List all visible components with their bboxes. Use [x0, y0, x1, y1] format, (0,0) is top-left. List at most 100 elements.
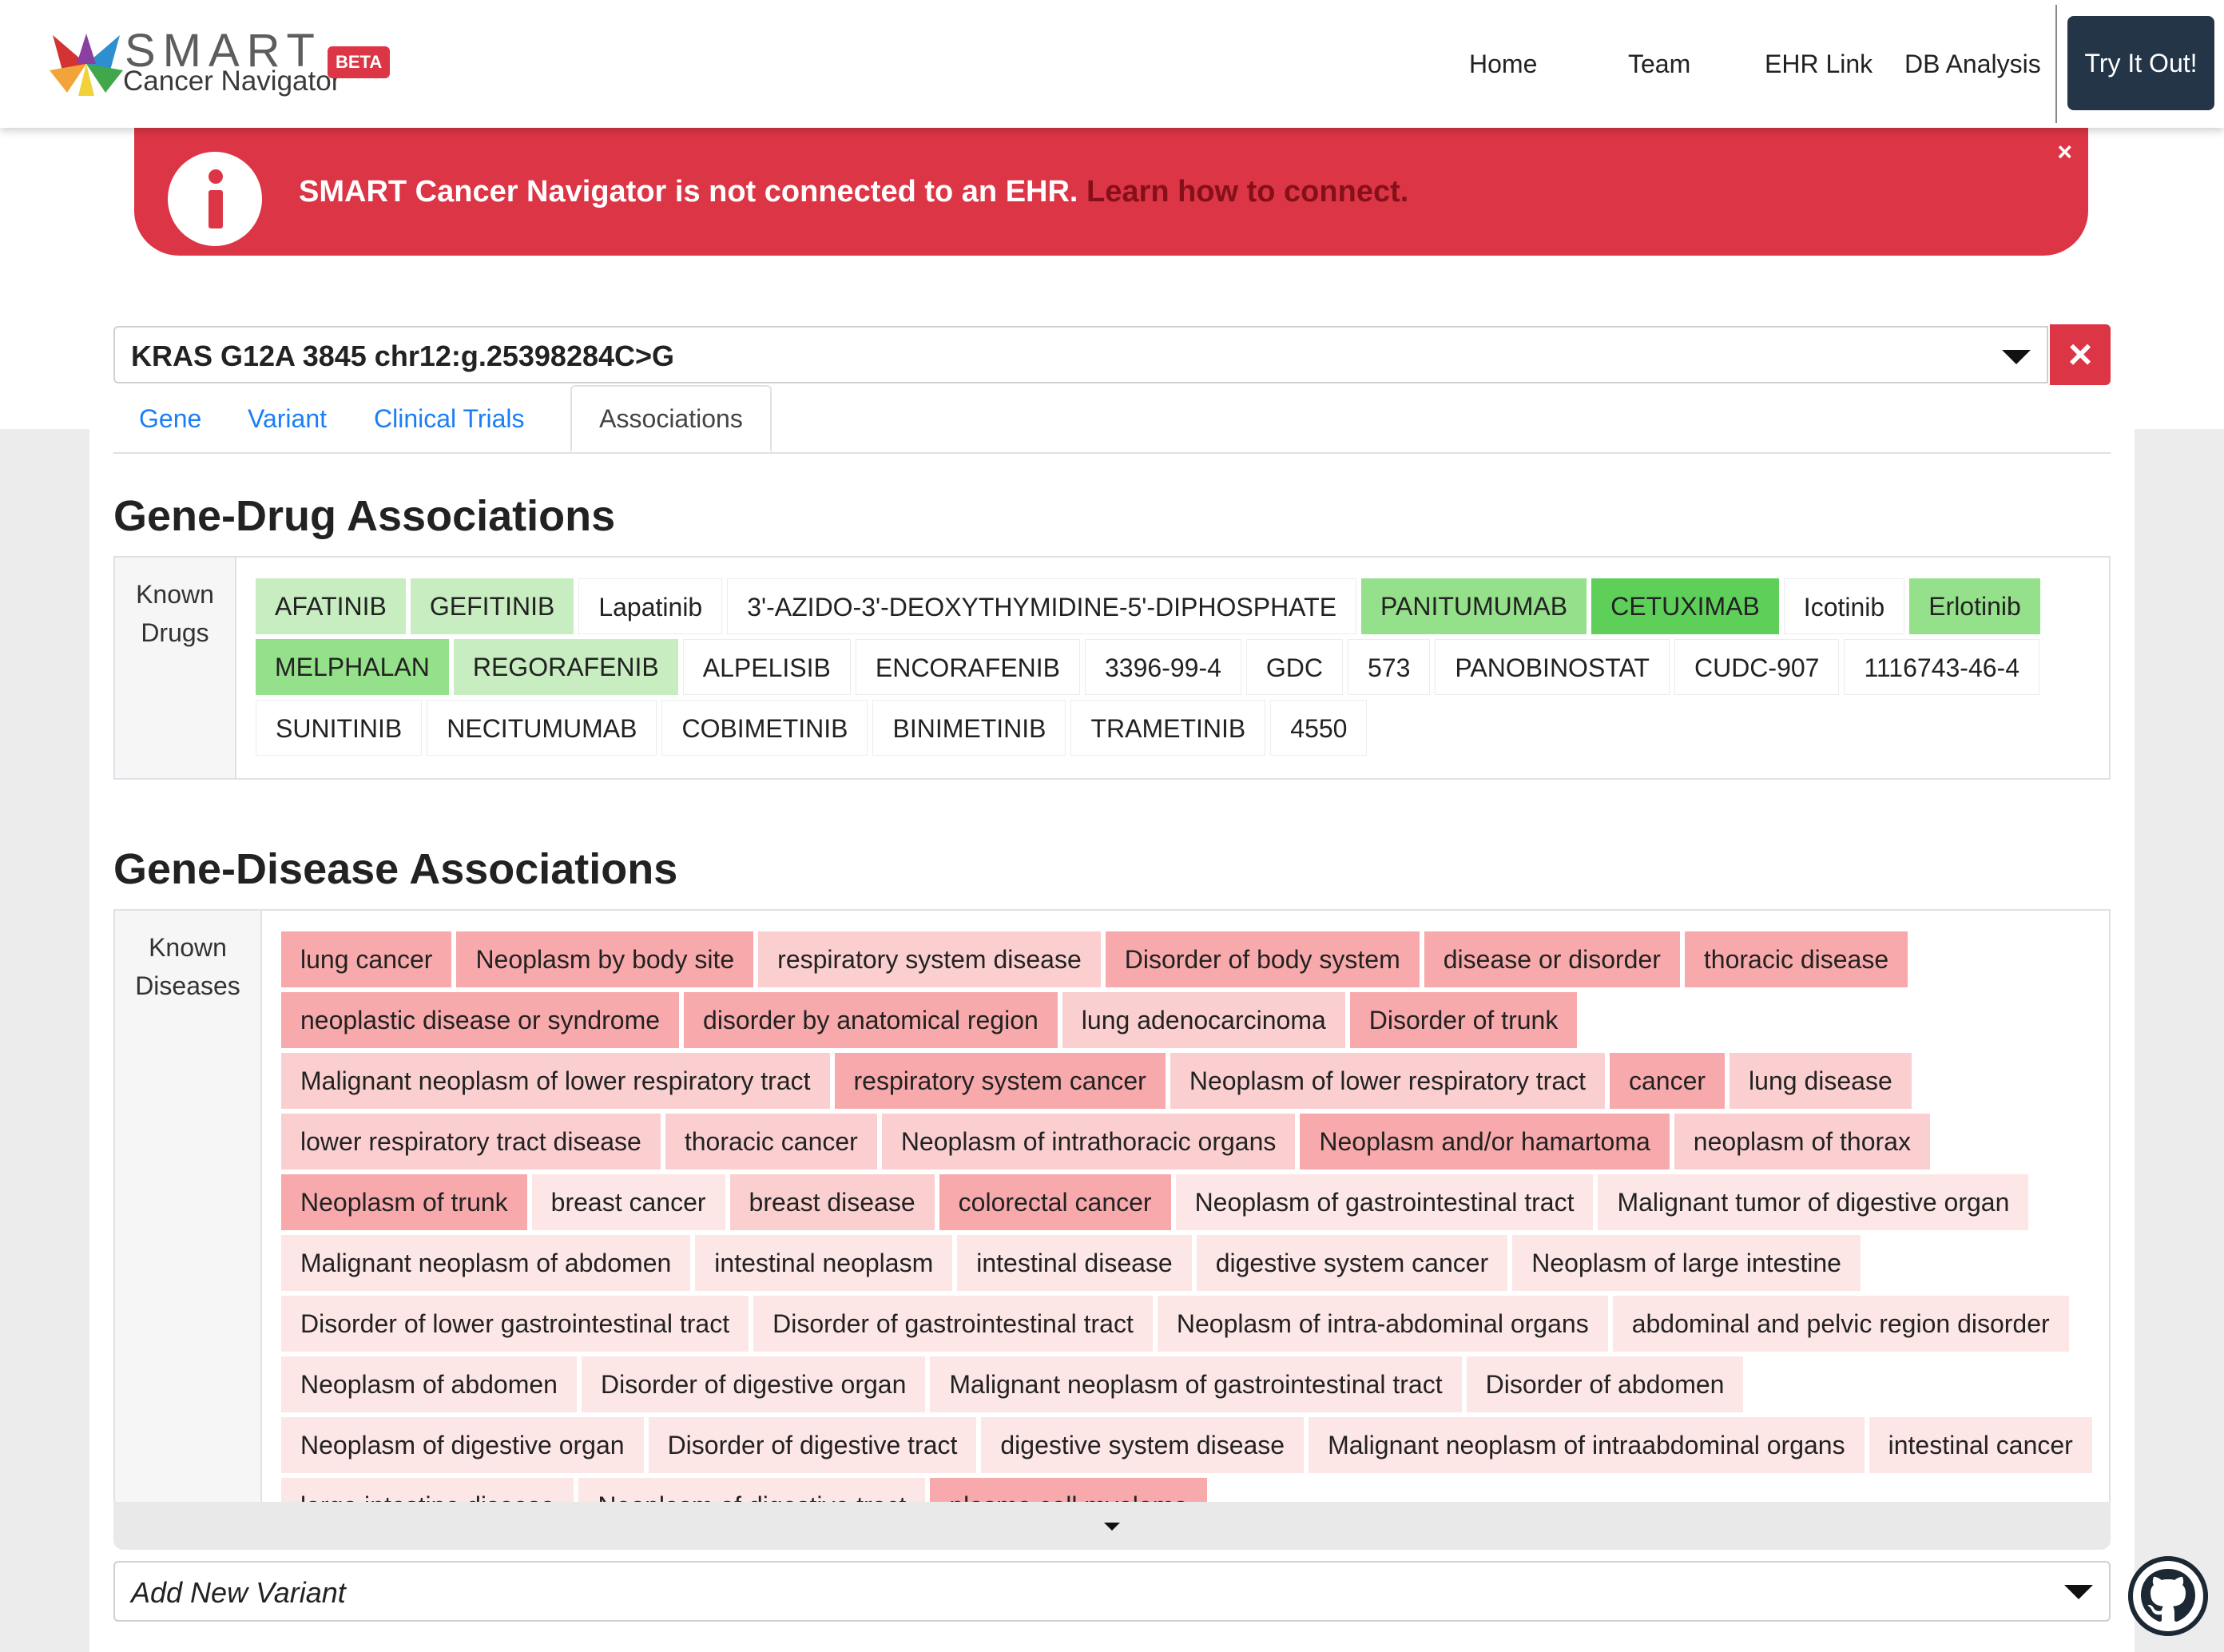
tab-associations[interactable]: Associations [570, 385, 772, 452]
disease-tag[interactable]: thoracic disease [1684, 931, 1908, 987]
smart-logo-icon[interactable] [46, 30, 126, 97]
disease-tag[interactable]: neoplastic disease or syndrome [281, 992, 680, 1048]
disease-tag[interactable]: Neoplasm of digestive organ [281, 1417, 644, 1473]
drug-tag[interactable]: 3'-AZIDO-3'-DEOXYTHYMIDINE-5'-DIPHOSPHAT… [727, 578, 1357, 634]
page-gutter-right [2135, 429, 2224, 1652]
disease-tag[interactable]: Neoplasm of intrathoracic organs [881, 1114, 1296, 1170]
disease-tag[interactable]: disorder by anatomical region [684, 992, 1058, 1048]
disease-tag[interactable]: cancer [1610, 1053, 1726, 1109]
drug-tag[interactable]: Lapatinib [578, 578, 723, 634]
variant-selected-value: KRAS G12A 3845 chr12:g.25398284C>G [131, 340, 675, 372]
tab-clinical-trials[interactable]: Clinical Trials [348, 385, 550, 452]
drug-tag[interactable]: GEFITINIB [410, 578, 574, 634]
tab-gene[interactable]: Gene [113, 385, 227, 452]
known-diseases-label: Known Diseases [115, 911, 262, 1502]
drug-tag[interactable]: GDC [1245, 639, 1343, 695]
drug-tag[interactable]: ENCORAFENIB [855, 639, 1080, 695]
disease-tag[interactable]: Disorder of digestive tract [648, 1417, 977, 1473]
disease-tag[interactable]: Disorder of abdomen [1466, 1356, 1744, 1412]
add-new-variant-placeholder: Add New Variant [131, 1576, 346, 1609]
caret-down-icon[interactable] [1104, 1523, 1120, 1531]
drug-tag[interactable]: TRAMETINIB [1070, 700, 1266, 756]
disease-tag[interactable]: Neoplasm of digestive tract [578, 1478, 926, 1502]
drug-tag[interactable]: PANOBINOSTAT [1435, 639, 1670, 695]
disease-tag[interactable]: Malignant tumor of digestive organ [1598, 1174, 2029, 1230]
nav-home[interactable]: Home [1469, 46, 1537, 81]
disease-tag[interactable]: lower respiratory tract disease [281, 1114, 661, 1170]
disease-tag[interactable]: abdominal and pelvic region disorder [1612, 1296, 2069, 1352]
nav-team[interactable]: Team [1628, 46, 1690, 81]
drug-tag[interactable]: SUNITINIB [256, 700, 423, 756]
disease-tag[interactable]: lung adenocarcinoma [1062, 992, 1345, 1048]
disease-tag[interactable]: plasma cell myeloma [930, 1478, 1208, 1502]
disease-tag[interactable]: Malignant neoplasm of abdomen [281, 1235, 691, 1291]
disease-tag[interactable]: large intestine disease [281, 1478, 574, 1502]
disease-tag[interactable]: respiratory system cancer [834, 1053, 1166, 1109]
disease-tag[interactable]: Neoplasm of intra-abdominal organs [1157, 1296, 1608, 1352]
disease-tag[interactable]: breast cancer [531, 1174, 725, 1230]
disease-tag[interactable]: Disorder of trunk [1349, 992, 1578, 1048]
drug-tag[interactable]: BINIMETINIB [872, 700, 1066, 756]
disease-tag[interactable]: breast disease [729, 1174, 935, 1230]
caret-down-icon[interactable] [2064, 1585, 2093, 1599]
disease-tag[interactable]: Disorder of digestive organ [581, 1356, 926, 1412]
disease-tag[interactable]: Malignant neoplasm of lower respiratory … [281, 1053, 830, 1109]
drug-tag[interactable]: 4550 [1270, 700, 1368, 756]
drug-tag[interactable]: Icotinib [1783, 578, 1905, 634]
alert-learn-link[interactable]: Learn how to connect. [1086, 175, 1408, 208]
disease-tag[interactable]: respiratory system disease [758, 931, 1101, 987]
nav-divider [2055, 5, 2057, 123]
disease-tag[interactable]: Disorder of lower gastrointestinal tract [281, 1296, 749, 1352]
disease-tag[interactable]: Malignant neoplasm of gastrointestinal t… [930, 1356, 1462, 1412]
drug-tag[interactable]: 3396-99-4 [1085, 639, 1241, 695]
variant-select[interactable]: KRAS G12A 3845 chr12:g.25398284C>G [113, 326, 2048, 383]
known-diseases-box: Known Diseases lung cancer Neoplasm by bo… [113, 909, 2111, 1502]
drug-tag[interactable]: NECITUMUMAB [427, 700, 657, 756]
nav-ehr-link[interactable]: EHR Link [1765, 46, 1873, 81]
disease-tag[interactable]: digestive system cancer [1196, 1235, 1508, 1291]
github-icon[interactable] [2128, 1556, 2208, 1636]
drug-tag[interactable]: COBIMETINIB [661, 700, 868, 756]
disease-tag[interactable]: Neoplasm of large intestine [1512, 1235, 1861, 1291]
tab-variant[interactable]: Variant [225, 385, 349, 452]
disease-tag[interactable]: Disorder of body system [1105, 931, 1420, 987]
drug-tag[interactable]: 573 [1348, 639, 1431, 695]
beta-badge: BETA [328, 46, 391, 78]
disease-tag[interactable]: thoracic cancer [665, 1114, 877, 1170]
drug-tag[interactable]: PANITUMUMAB [1361, 578, 1587, 634]
disease-tag[interactable]: Neoplasm of lower respiratory tract [1170, 1053, 1605, 1109]
disease-tag[interactable]: intestinal cancer [1869, 1417, 2092, 1473]
drug-tag[interactable]: MELPHALAN [256, 639, 449, 695]
disease-tag[interactable]: digestive system disease [981, 1417, 1305, 1473]
disease-tag[interactable]: Disorder of gastrointestinal tract [753, 1296, 1153, 1352]
drug-tag[interactable]: AFATINIB [256, 578, 406, 634]
disease-tag[interactable]: Neoplasm and/or hamartoma [1300, 1114, 1670, 1170]
variant-clear-button[interactable]: × [2050, 324, 2111, 385]
disease-tag[interactable]: lung cancer [281, 931, 452, 987]
drug-tag[interactable]: CUDC-907 [1674, 639, 1840, 695]
drug-tag[interactable]: 1116743-46-4 [1844, 639, 2039, 695]
expand-diseases-bar[interactable] [113, 1502, 2111, 1550]
disease-tag[interactable]: Neoplasm of trunk [281, 1174, 527, 1230]
disease-tag[interactable]: intestinal neoplasm [695, 1235, 953, 1291]
drug-tag[interactable]: Erlotinib [1909, 578, 2040, 634]
caret-down-icon[interactable] [2002, 350, 2031, 364]
disease-tag[interactable]: Neoplasm by body site [456, 931, 754, 987]
try-it-out-button[interactable]: Try It Out! [2067, 16, 2214, 110]
disease-tag[interactable]: neoplasm of thorax [1674, 1114, 1930, 1170]
drug-tag[interactable]: REGORAFENIB [453, 639, 678, 695]
disease-tag[interactable]: Malignant neoplasm of intraabdominal org… [1309, 1417, 1865, 1473]
nav-db-analysis[interactable]: DB Analysis [1904, 46, 2041, 81]
disease-tag[interactable]: Neoplasm of abdomen [281, 1356, 577, 1412]
disease-tag[interactable]: disease or disorder [1424, 931, 1680, 987]
disease-tag[interactable]: intestinal disease [957, 1235, 1192, 1291]
disease-tag[interactable]: colorectal cancer [939, 1174, 1171, 1230]
add-new-variant-select[interactable]: Add New Variant [113, 1561, 2111, 1622]
drug-tag[interactable]: ALPELISIB [682, 639, 851, 695]
close-icon[interactable]: × [2057, 137, 2072, 166]
drug-tag[interactable]: CETUXIMAB [1591, 578, 1779, 634]
alert-message-text: SMART Cancer Navigator is not connected … [299, 175, 1078, 208]
brand-subtitle[interactable]: Cancer Navigator [123, 64, 340, 99]
disease-tag[interactable]: lung disease [1730, 1053, 1912, 1109]
disease-tag[interactable]: Neoplasm of gastrointestinal tract [1175, 1174, 1594, 1230]
